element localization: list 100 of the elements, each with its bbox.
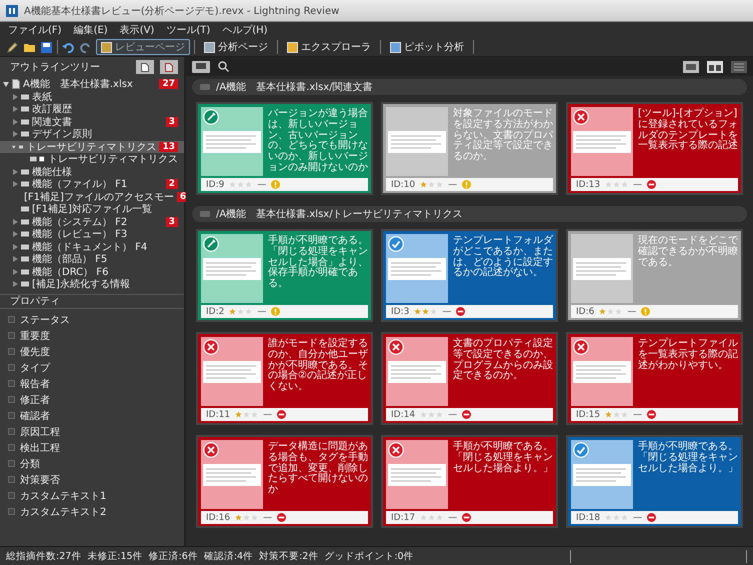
panel-title: プロパティ (10, 294, 60, 308)
toolbar-button[interactable]: 分析ページ (199, 39, 273, 55)
expand-button[interactable] (136, 60, 154, 74)
checkbox[interactable] (8, 508, 15, 515)
expanded-arrow-icon[interactable] (3, 81, 9, 88)
grid-view-icon[interactable] (683, 60, 699, 72)
screenshot-thumbnail (386, 337, 448, 406)
menu-item[interactable]: ヘルプ(H) (222, 23, 268, 37)
collapsed-arrow-icon[interactable] (12, 244, 18, 250)
tree-item[interactable]: 機能（ファイル） F1 2 (0, 178, 184, 190)
card-id: ID:16 (206, 512, 230, 522)
collapsed-arrow-icon[interactable] (12, 118, 18, 125)
count-badge: 27 (159, 79, 178, 90)
property-label: 原因工程 (20, 426, 60, 438)
card-view-icon[interactable] (707, 60, 723, 72)
page-icon (204, 42, 215, 52)
group-header[interactable]: /A機能 基本仕様書.xlsx/関連文書 (192, 79, 747, 95)
property-label: カスタムテキスト1 (20, 490, 106, 502)
monitor-icon[interactable] (192, 60, 210, 72)
checkbox[interactable] (8, 316, 15, 323)
redo-icon[interactable] (79, 40, 92, 54)
collapsed-arrow-icon[interactable] (12, 181, 18, 188)
review-card[interactable]: 手順が不明瞭である。「閉じる処理をキャンセルした場合より。」 ID:18 — (566, 435, 743, 528)
toolbar-button[interactable]: ピボット分析 (385, 39, 469, 55)
collapse-button[interactable] (160, 60, 178, 74)
tree-item[interactable]: 機能（レビュー） F3 (0, 228, 184, 240)
collapsed-arrow-icon[interactable] (12, 94, 18, 100)
window-title: A機能基本仕様書レビュー(分析ページデモ).revx - Lightning Review (24, 4, 340, 18)
tree-item[interactable]: 表紙 (0, 90, 184, 103)
card-dash: — (633, 410, 642, 420)
expanded-arrow-icon[interactable] (12, 144, 16, 150)
card-dash: — (448, 512, 458, 522)
card-id: ID:2 (206, 306, 224, 316)
checkbox[interactable] (8, 412, 15, 419)
menu-item[interactable]: 表示(V) (120, 23, 154, 37)
list-view-icon[interactable] (731, 60, 747, 72)
menu-item[interactable]: ツール(T) (166, 23, 210, 37)
review-card[interactable]: 文書のプロパティ設定等で設定できるのか、プログラムからのみ設定できるのか。 ID:14 — (381, 332, 558, 425)
search-icon[interactable] (218, 61, 229, 72)
tree-item[interactable]: 機能（DRC） F6 (0, 266, 184, 278)
tree-item[interactable]: 改訂履歴 (0, 103, 184, 116)
save-icon[interactable] (40, 40, 53, 54)
toolbar-button[interactable]: レビューページ (96, 39, 190, 55)
review-card[interactable]: 手順が不明瞭である。「閉じる処理をキャンセルした場合」より、保存手順が明確である。 ID:2 — (196, 229, 373, 322)
table-icon (30, 156, 45, 162)
checkbox[interactable] (8, 492, 15, 499)
review-card[interactable]: [ツール]-[オプション]に登録されているフォルダのテンプレートを一覧表示する際の記述 ID:13 — (566, 102, 743, 195)
checkbox[interactable] (8, 476, 15, 483)
group-header[interactable]: /A機能 基本仕様書.xlsx/トレーサビリティマトリクス (192, 206, 747, 222)
tree-label: 機能（レビュー） F3 (32, 228, 128, 242)
menu-item[interactable]: 編集(E) (74, 23, 108, 37)
tree-item[interactable]: トレーサビリティマトリクス (0, 153, 184, 166)
pencil-icon[interactable] (6, 40, 19, 54)
checkbox[interactable] (8, 332, 15, 339)
count-badge: 3 (166, 216, 178, 227)
status-count: グッドポイント:0件 (324, 550, 414, 562)
collapsed-arrow-icon[interactable] (12, 256, 18, 262)
card-text: テンプレートファイルを一覧表示する際の記述がわかりやすい。 (638, 337, 738, 373)
tree-item[interactable]: 機能仕様 (0, 166, 184, 178)
review-card[interactable]: データ構造に問題がある場合も、タグを手動で追加、変更、削除したらすべて開けないのか ID:16 — (196, 435, 373, 528)
checkbox[interactable] (8, 460, 15, 467)
tree-item[interactable]: [F1補足]対応ファイル一覧 (0, 203, 184, 216)
collapsed-arrow-icon[interactable] (12, 131, 18, 138)
tree-item[interactable]: [補足]永続化する情報 (0, 278, 184, 290)
tree-item[interactable]: A機能 基本仕様書.xlsx 27 (0, 78, 184, 90)
checkbox[interactable] (8, 380, 15, 387)
document-icon (165, 62, 173, 72)
card-dash: — (263, 512, 272, 522)
review-card[interactable]: 対象ファイルのモードを設定する方法がわからない。文書のプロパティ設定等で設定できるのか。 ID:10 — (381, 102, 558, 195)
review-card[interactable]: 手順が不明瞭である。「閉じる処理をキャンセルした場合より。」 ID:17 — (381, 435, 558, 528)
checkbox[interactable] (8, 396, 15, 403)
menu-item[interactable]: ファイル(F) (8, 23, 62, 37)
tree-label: 機能（DRC） F6 (32, 266, 110, 278)
tree-item[interactable]: デザイン原則 (0, 128, 184, 140)
collapsed-arrow-icon[interactable] (12, 281, 18, 288)
review-card[interactable]: テンプレートファイルを一覧表示する際の記述がわかりやすい。 ID:15 — (566, 332, 743, 425)
checkbox[interactable] (8, 428, 15, 435)
panel-title: アウトラインツリー (10, 61, 100, 74)
screenshot-thumbnail (201, 107, 263, 176)
review-card[interactable]: テンプレートフォルダがどこであるか、または、どのように設定するかの記述がない。 ID:3 — (381, 229, 558, 322)
tree-item[interactable]: トレーサビリティマトリクス 13 (0, 140, 184, 153)
document-icon (12, 79, 20, 90)
collapsed-arrow-icon[interactable] (12, 268, 18, 275)
review-card[interactable]: 現在のモードをどこで確認できるかが不明瞭である。 ID:6 — (566, 229, 743, 322)
review-card[interactable]: 誰がモードを設定するのか、自分か他ユーザかが不明瞭である。その場合②の記述が正しくない。 ID:11 — (196, 332, 373, 425)
review-card[interactable]: バージョンが違う場合は、新しいバージョン、古いバージョンの、どちらでも開けないのか、新しいバージョンのみ開けないのか ID:9 — (196, 102, 373, 195)
collapsed-arrow-icon[interactable] (12, 168, 18, 175)
checkbox[interactable] (8, 364, 15, 371)
tree-item[interactable]: 機能（部品） F5 (0, 253, 184, 266)
tree-item[interactable]: 機能（システム） F2 3 (0, 216, 184, 228)
collapsed-arrow-icon[interactable] (12, 218, 18, 225)
undo-icon[interactable] (62, 40, 75, 54)
checkbox[interactable] (8, 444, 15, 451)
tree-item[interactable]: 関連文書 3 (0, 116, 184, 128)
collapsed-arrow-icon[interactable] (12, 106, 18, 112)
toolbar-button[interactable]: エクスプローラ (282, 39, 376, 55)
collapsed-arrow-icon[interactable] (12, 231, 18, 238)
card-id: ID:18 (576, 512, 600, 522)
tree-item[interactable]: 機能（ドキュメント） F4 (0, 240, 184, 253)
checkbox[interactable] (8, 348, 15, 355)
